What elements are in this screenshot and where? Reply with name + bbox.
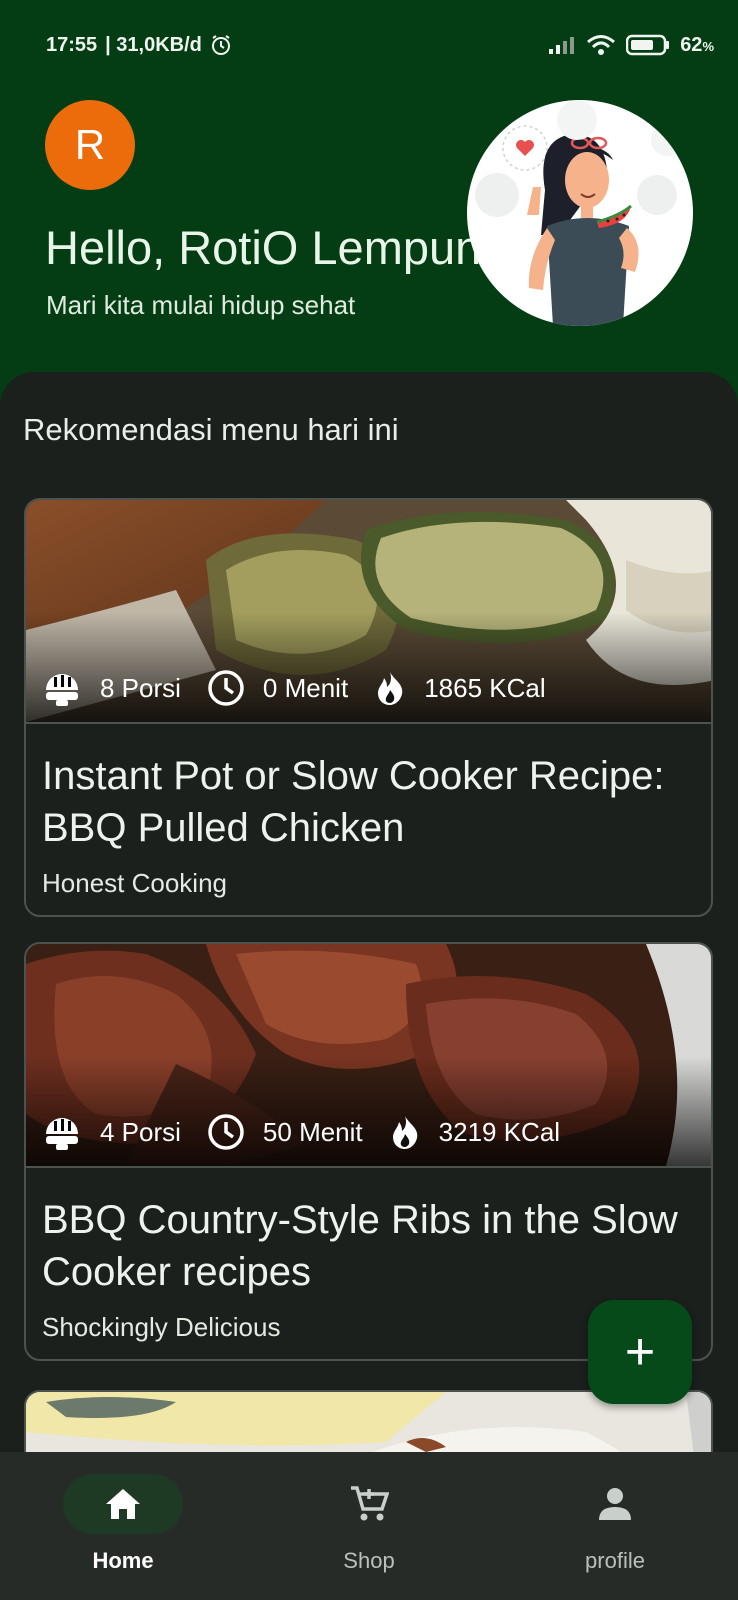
fire-icon: [378, 672, 403, 705]
portion-icon: [46, 674, 78, 706]
recipe-source: Honest Cooking: [42, 868, 227, 898]
recipe-card[interactable]: 8 Porsi 0 Menit 1865 KCal Instant Pot or…: [24, 498, 713, 917]
cart-icon: [351, 1486, 389, 1521]
section-title: Rekomendasi menu hari ini: [23, 412, 399, 447]
recipe-stats: 4 Porsi 50 Menit 3219 KCal: [42, 1112, 586, 1152]
time-label: 50 Menit: [262, 1116, 363, 1147]
signal-icon: [548, 35, 576, 55]
time-label: 0 Menit: [262, 672, 349, 703]
avatar[interactable]: R: [45, 100, 135, 190]
alarm-icon: [210, 34, 232, 56]
content-sheet: Rekomendasi menu hari ini 8 Porsi 0 Meni…: [0, 372, 738, 1452]
calorie-label: 3219 KCal: [438, 1116, 561, 1147]
recipe-card[interactable]: 4 Porsi 50 Menit 3219 KCal BBQ Country-S…: [24, 942, 713, 1361]
nav-item-shop[interactable]: Shop: [246, 1452, 492, 1600]
home-icon: [106, 1489, 140, 1519]
battery-icon: [626, 34, 670, 56]
status-network-speed: | 31,0KB/d: [105, 33, 202, 56]
nav-label-home: Home: [92, 1548, 154, 1573]
recipe-title: Instant Pot or Slow Cooker Recipe: BBQ P…: [42, 754, 665, 850]
recipe-image: 4 Porsi 50 Menit 3219 KCal: [26, 944, 711, 1166]
portion-label: 4 Porsi: [100, 1116, 181, 1147]
battery-percent: 62: [680, 33, 703, 56]
recipe-title: BBQ Country-Style Ribs in the Slow Cooke…: [42, 1198, 678, 1294]
add-button[interactable]: +: [588, 1300, 692, 1404]
avatar-initial: R: [74, 121, 106, 168]
fire-icon: [392, 1116, 417, 1149]
calorie-label: 1865 KCal: [424, 672, 546, 703]
greeting-subtitle: Mari kita mulai hidup sehat: [46, 290, 356, 320]
recipe-image: 8 Porsi 0 Menit 1865 KCal: [26, 500, 711, 722]
add-icon: +: [624, 1323, 656, 1381]
nav-label-shop: Shop: [343, 1548, 395, 1573]
app-screen: 17:55 | 31,0KB/d 62% R Hello, RotiO Lemp…: [0, 0, 738, 1600]
portion-icon: [46, 1118, 78, 1150]
battery-unit: %: [702, 38, 714, 54]
clock-icon: [208, 670, 244, 706]
nav-active-indicator: [63, 1474, 183, 1534]
woman-eating-watermelon-illustration: [467, 100, 693, 326]
clock-icon: [208, 1114, 244, 1150]
recipe-card-body: Instant Pot or Slow Cooker Recipe: BBQ P…: [26, 722, 711, 915]
recipe-stats: 8 Porsi 0 Menit 1865 KCal: [42, 668, 572, 708]
person-icon: [599, 1488, 631, 1520]
wifi-icon: [586, 34, 616, 56]
nav-item-profile[interactable]: profile: [492, 1452, 738, 1600]
nav-label-profile: profile: [585, 1548, 645, 1573]
status-bar: 17:55 | 31,0KB/d 62%: [0, 0, 738, 70]
portion-label: 8 Porsi: [100, 672, 181, 703]
bottom-nav: Home Shop profile: [0, 1452, 738, 1600]
nav-item-home[interactable]: Home: [0, 1452, 246, 1600]
status-time: 17:55: [46, 33, 98, 56]
